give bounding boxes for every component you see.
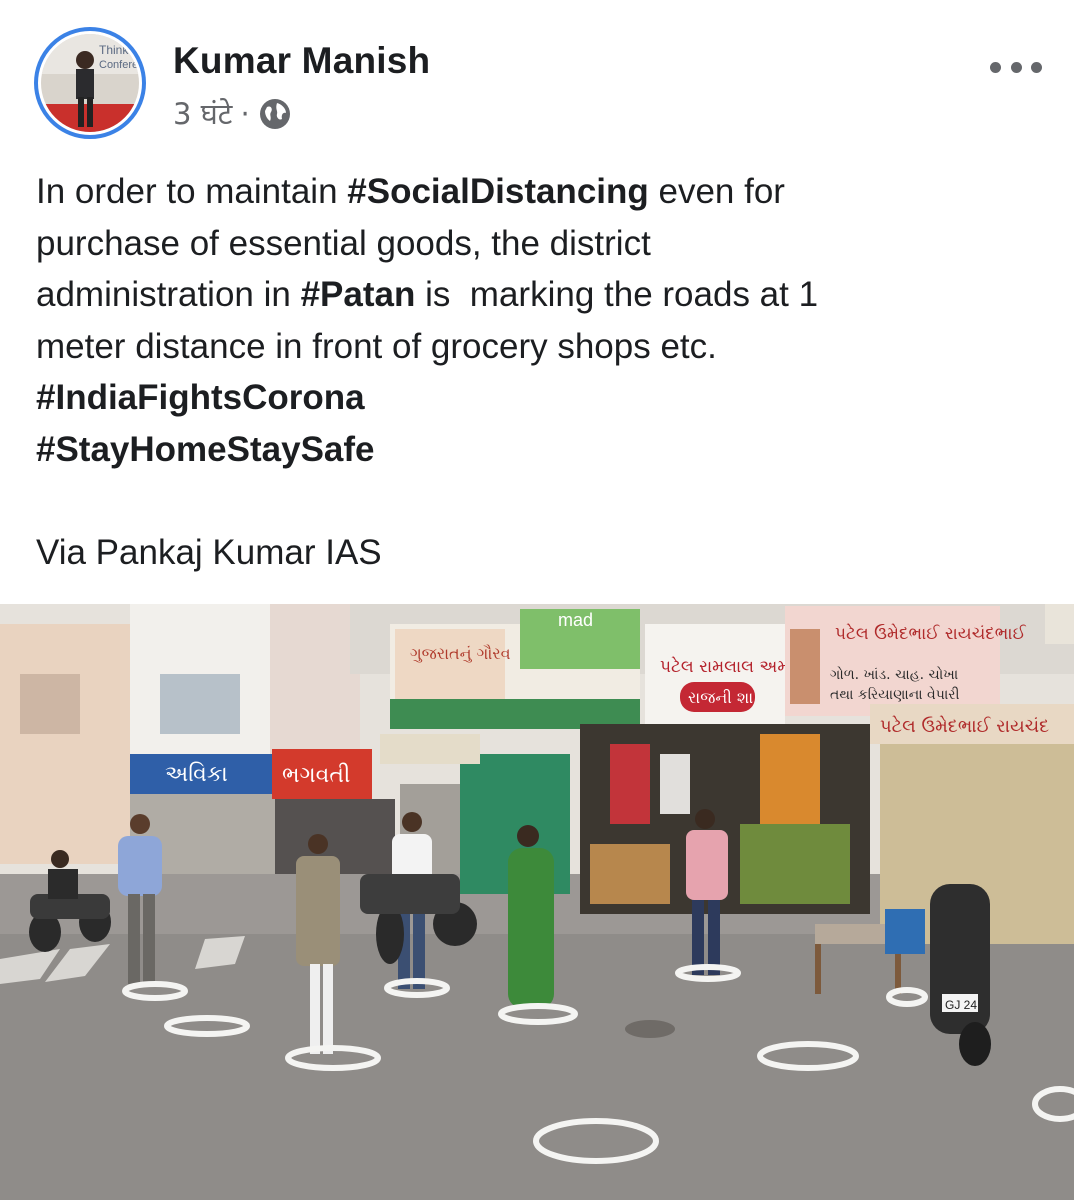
- text-segment: is marking the roads at 1: [415, 275, 819, 314]
- post-timestamp[interactable]: 3 घंटे: [173, 94, 232, 133]
- shop-sign-text: અવિકા: [165, 762, 228, 787]
- shop-sign-text: ગોળ. ખાંડ. ચાહ. ચોખા: [830, 666, 958, 683]
- avatar-badge-text: Conference: [99, 59, 139, 71]
- post-text-line: In order to maintain #SocialDistancing e…: [36, 166, 1046, 218]
- shop-sign-text: પટેલ ઉમેદભાઈ રાયચંદ: [880, 716, 1049, 737]
- meta-separator: ·: [240, 96, 250, 131]
- avatar-image: Thinkers Conference: [41, 34, 139, 132]
- post-text: In order to maintain #SocialDistancing e…: [36, 166, 1046, 578]
- more-dot-icon: [1010, 61, 1022, 73]
- shop-sign-text: પટેલ ઉમેદભાઈ રાયચંદભાઈ: [835, 623, 1027, 644]
- hashtag-patan[interactable]: #Patan: [301, 275, 416, 314]
- post-text-line: meter distance in front of grocery shops…: [36, 326, 717, 366]
- more-dot-icon: [1031, 61, 1042, 73]
- post-text-line: purchase of essential goods, the distric…: [36, 223, 651, 263]
- author-name[interactable]: Kumar Manish: [173, 40, 430, 82]
- more-dot-icon: [990, 61, 1001, 73]
- hashtag-india-fights-corona[interactable]: #IndiaFightsCorona: [36, 378, 365, 417]
- avatar-badge-text: Thinkers: [99, 43, 139, 57]
- hashtag-social-distancing[interactable]: #SocialDistancing: [347, 172, 648, 211]
- text-segment: administration in: [36, 275, 301, 314]
- post-text-line: administration in #Patan is marking the …: [36, 269, 1046, 321]
- avatar[interactable]: Thinkers Conference: [41, 34, 139, 132]
- post-photo[interactable]: અવિકા ભગવતી ગુજરાતનું ગૌરવ mad પટેલ રામલ…: [0, 604, 1074, 1200]
- shop-sign-text: ગુજરાતનું ગૌરવ: [410, 644, 511, 663]
- number-plate-text: GJ 24: [945, 998, 977, 1012]
- post-meta: 3 घंटे ·: [173, 94, 292, 133]
- globe-icon[interactable]: [258, 97, 292, 131]
- post-header: Thinkers Conference Kumar Manish 3 घंटे …: [0, 0, 1074, 140]
- shop-sign-text: ભગવતી: [282, 763, 350, 788]
- text-segment: even for: [648, 172, 785, 211]
- more-options-button[interactable]: [990, 58, 1042, 76]
- post-text-line: #IndiaFightsCorona: [36, 372, 1046, 424]
- shop-sign-text: તથા કરિયાણાના વેપારી: [830, 686, 960, 703]
- person-figure: [508, 825, 554, 1008]
- shop-sign-text: રાજની શા: [688, 688, 753, 707]
- shop-sign-text: mad: [558, 610, 593, 630]
- profile-avatar-ring[interactable]: Thinkers Conference: [34, 27, 146, 139]
- post-text-line: #StayHomeStaySafe: [36, 424, 1046, 476]
- street-photo: અવિકા ભગવતી ગુજરાતનું ગૌરવ mad પટેલ રામલ…: [0, 604, 1074, 1200]
- post-text-via: Via Pankaj Kumar IAS: [36, 532, 382, 572]
- hashtag-stay-home-stay-safe[interactable]: #StayHomeStaySafe: [36, 430, 375, 469]
- text-segment: In order to maintain: [36, 172, 348, 211]
